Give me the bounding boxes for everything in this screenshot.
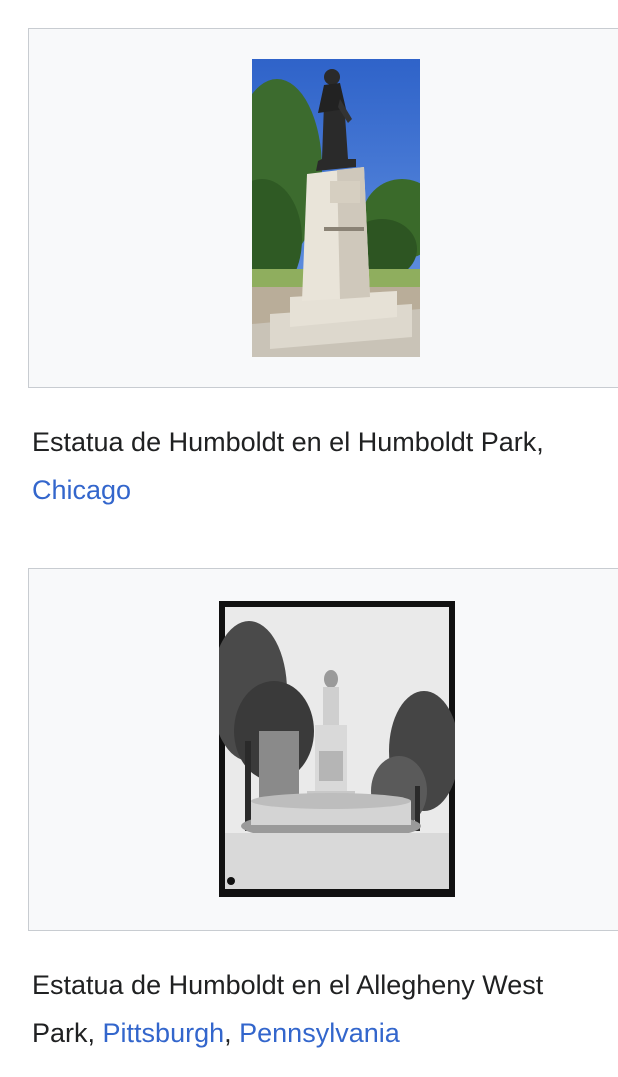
caption-text: Estatua de Humboldt en el Humboldt Park, (32, 427, 544, 457)
link-chicago[interactable]: Chicago (32, 475, 131, 505)
statue-pittsburgh-image[interactable] (219, 601, 455, 897)
statue-photo-color (252, 59, 420, 357)
statue-chicago-image[interactable] (252, 59, 420, 357)
image-caption: Estatua de Humboldt en el Allegheny West… (32, 961, 612, 1057)
caption-separator: , (224, 1018, 240, 1048)
gallery-item-chicago: Estatua de Humboldt en el Humboldt Park,… (28, 28, 618, 514)
thumbnail-box (28, 568, 618, 931)
thumbnail-box (28, 28, 618, 388)
link-pittsburgh[interactable]: Pittsburgh (103, 1018, 225, 1048)
link-pennsylvania[interactable]: Pennsylvania (239, 1018, 400, 1048)
gallery-page: Estatua de Humboldt en el Humboldt Park,… (0, 0, 618, 1077)
statue-photo-bw (219, 601, 455, 897)
image-caption: Estatua de Humboldt en el Humboldt Park,… (32, 418, 612, 514)
gallery-item-pittsburgh: Estatua de Humboldt en el Allegheny West… (28, 568, 618, 1057)
